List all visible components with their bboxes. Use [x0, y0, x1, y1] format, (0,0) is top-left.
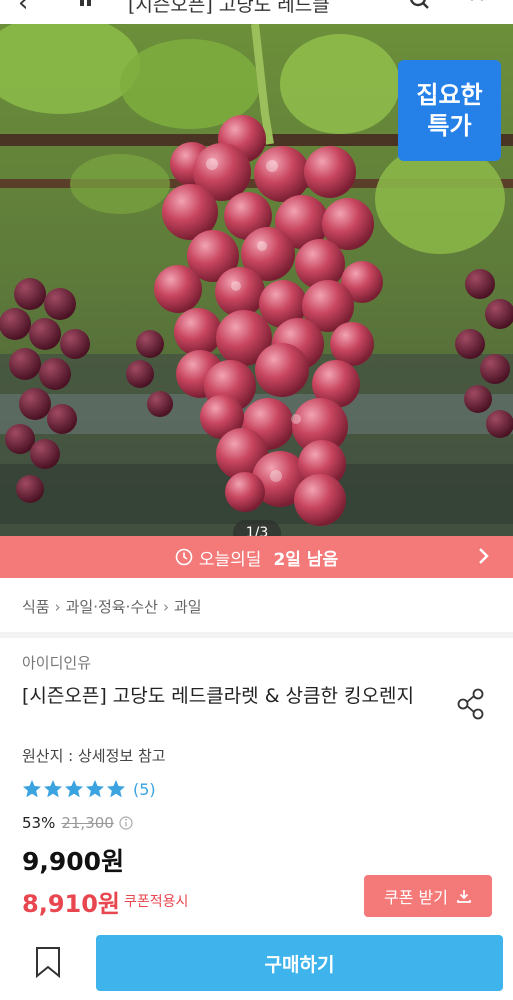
back-arrow-icon[interactable]: ‹ [18, 0, 28, 18]
coupon-button-label: 쿠폰 받기 [384, 888, 448, 907]
origin-info: 원산지 : 상세정보 참고 [22, 747, 166, 765]
coupon-price-label: 쿠폰적용시 [124, 894, 189, 910]
share-icon[interactable] [456, 688, 486, 720]
chevron-right-icon: › [162, 597, 169, 616]
star-icon [86, 780, 104, 798]
discount-row: 53% 21,300 [22, 814, 133, 832]
star-icon [23, 780, 41, 798]
home-icon[interactable] [78, 0, 100, 8]
coupon-price: 8,910원 [22, 890, 120, 918]
product-image-carousel[interactable]: 집요한 특가 1/3 [0, 24, 513, 536]
info-icon[interactable] [119, 816, 133, 830]
discount-rate: 53% [22, 814, 56, 832]
chevron-right-icon [479, 548, 489, 564]
section-divider [0, 632, 513, 638]
breadcrumb-item[interactable]: 식품 [22, 596, 50, 617]
star-icon [107, 780, 125, 798]
get-coupon-button[interactable]: 쿠폰 받기 [364, 875, 492, 917]
clock-icon [175, 548, 193, 566]
breadcrumb-item[interactable]: 과일 [174, 596, 202, 617]
special-deal-badge: 집요한 특가 [398, 60, 501, 161]
bookmark-icon[interactable] [34, 946, 62, 978]
breadcrumb-item[interactable]: 과일·정육·수산 [66, 596, 158, 617]
seller-name[interactable]: 아이디인유 [22, 652, 91, 673]
top-header: ‹ [시즌오픈] 고당도 레드클 [0, 0, 513, 24]
deal-remaining: 2일 남음 [273, 549, 339, 570]
carousel-page-indicator: 1/3 [233, 520, 281, 536]
star-icon [65, 780, 83, 798]
rating[interactable]: (5) [22, 779, 156, 799]
review-count[interactable]: (5) [133, 780, 156, 799]
header-title: [시즌오픈] 고당도 레드클 [128, 0, 330, 16]
breadcrumb: 식품 › 과일·정육·수산 › 과일 [22, 596, 202, 617]
download-icon [457, 890, 471, 903]
chevron-right-icon: › [54, 597, 61, 616]
star-icon [44, 780, 62, 798]
todays-deal-banner[interactable]: 오늘의딜 2일 남음 [0, 536, 513, 578]
product-title: [시즌오픈] 고당도 레드클라렛 & 상큼한 킹오렌지 [22, 685, 414, 707]
badge-line-1: 집요한 [416, 81, 483, 109]
buy-button[interactable]: 구매하기 [96, 935, 503, 991]
original-price: 21,300 [61, 814, 114, 832]
cart-icon[interactable] [466, 0, 488, 14]
sale-price: 9,900원 [22, 847, 125, 876]
search-icon[interactable] [410, 0, 430, 14]
deal-label: 오늘의딜 [198, 549, 262, 570]
badge-line-2: 특가 [427, 112, 472, 140]
